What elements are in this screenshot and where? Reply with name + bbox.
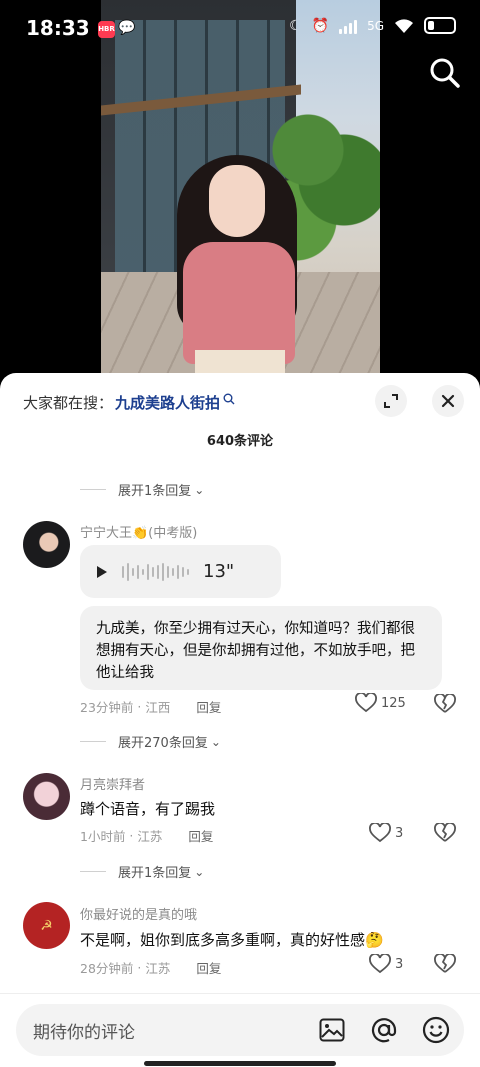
person-face bbox=[209, 165, 265, 237]
small-search-icon bbox=[223, 393, 235, 404]
comment-username[interactable]: 你最好说的是真的哦 bbox=[80, 904, 197, 923]
like-count: 125 bbox=[381, 695, 406, 711]
like-button[interactable]: 125 bbox=[355, 693, 406, 713]
video-frame bbox=[101, 0, 380, 392]
reply-button[interactable]: 回复 bbox=[196, 958, 221, 977]
comment-meta: 28分钟前 · 江苏 回复 bbox=[80, 958, 222, 977]
mention-button[interactable] bbox=[370, 1016, 398, 1044]
waveform bbox=[122, 562, 189, 581]
divider bbox=[80, 489, 106, 490]
close-icon bbox=[441, 394, 455, 408]
chevron-down-icon: ⌄ bbox=[194, 864, 205, 879]
expand-replies-button[interactable]: 展开1条回复 ⌄ bbox=[80, 862, 204, 881]
expand-replies-label: 展开1条回复 bbox=[118, 866, 192, 881]
person-top bbox=[183, 242, 295, 364]
status-bar: 18:33 HBR 💬 ☾ ⏰ 5G bbox=[0, 0, 480, 58]
hot-search-prefix: 大家都在搜： bbox=[23, 394, 114, 412]
comment-meta: 23分钟前 · 江西 回复 bbox=[80, 697, 222, 716]
avatar[interactable] bbox=[23, 521, 70, 568]
status-time: 18:33 bbox=[26, 16, 90, 40]
chevron-down-icon: ⌄ bbox=[210, 734, 221, 749]
heart-icon bbox=[355, 693, 377, 713]
comment-time: 1小时前 bbox=[80, 829, 126, 844]
expand-replies-label: 展开1条回复 bbox=[118, 484, 192, 499]
comment-input-bar: 期待你的评论 bbox=[0, 993, 480, 1067]
comment-time: 23分钟前 bbox=[80, 700, 134, 715]
dislike-button[interactable] bbox=[434, 822, 456, 847]
emoji-button[interactable] bbox=[422, 1016, 450, 1044]
comment-sheet: 大家都在搜： 九成美路人街拍 640条评论 展开1条回复 ⌄ 宁宁大王👏(中考版… bbox=[0, 373, 480, 1067]
close-button[interactable] bbox=[432, 385, 464, 417]
chevron-down-icon: ⌄ bbox=[194, 482, 205, 497]
comment-location: 江苏 bbox=[145, 961, 171, 976]
moon-icon: ☾ bbox=[289, 17, 302, 34]
comment-username[interactable]: 月亮崇拜者 bbox=[80, 774, 145, 793]
expand-replies-button[interactable]: 展开1条回复 ⌄ bbox=[80, 480, 204, 499]
hammer-sickle-icon: ☭ bbox=[40, 917, 53, 934]
search-icon[interactable] bbox=[428, 56, 462, 90]
comment-text: 九成美，你至少拥有过天心，你知道吗？我们都很想拥有天心，但是你却拥有过他，不如放… bbox=[80, 606, 442, 690]
comment-text: 蹲个语音，有了踢我 bbox=[80, 800, 216, 818]
like-button[interactable]: 3 bbox=[369, 823, 403, 843]
at-icon bbox=[371, 1018, 397, 1043]
comment-text: 不是啊，姐你到底多高多重啊，真的好性感🤔 bbox=[80, 931, 384, 949]
comment-username[interactable]: 宁宁大王👏(中考版) bbox=[80, 522, 197, 541]
signal-icon bbox=[339, 18, 358, 34]
reply-button[interactable]: 回复 bbox=[196, 697, 221, 716]
image-picker-button[interactable] bbox=[318, 1016, 346, 1044]
like-button[interactable]: 3 bbox=[369, 954, 403, 974]
battery-icon bbox=[424, 17, 456, 34]
comment-input-placeholder: 期待你的评论 bbox=[33, 1023, 135, 1043]
expand-icon bbox=[384, 394, 398, 408]
app-notification-icon: HBR bbox=[98, 21, 115, 38]
voice-message[interactable]: 13" bbox=[80, 545, 281, 598]
comment-time: 28分钟前 bbox=[80, 961, 134, 976]
hot-search-bar[interactable]: 大家都在搜： 九成美路人街拍 bbox=[23, 392, 235, 413]
alarm-icon: ⏰ bbox=[311, 17, 330, 34]
avatar[interactable] bbox=[23, 773, 70, 820]
dislike-button[interactable] bbox=[434, 953, 456, 978]
wifi-icon bbox=[395, 18, 413, 33]
status-right: ☾ ⏰ 5G bbox=[289, 17, 456, 34]
wechat-icon: 💬 bbox=[118, 20, 136, 36]
network-type: 5G bbox=[367, 18, 384, 33]
comment-input[interactable]: 期待你的评论 bbox=[16, 1004, 464, 1056]
dislike-button[interactable] bbox=[434, 693, 456, 718]
expand-sheet-button[interactable] bbox=[375, 385, 407, 417]
divider bbox=[80, 741, 106, 742]
like-count: 3 bbox=[395, 825, 404, 841]
heart-icon bbox=[369, 954, 391, 974]
comment-location: 江西 bbox=[145, 700, 171, 715]
reply-button[interactable]: 回复 bbox=[188, 826, 213, 845]
emoji-icon bbox=[422, 1016, 450, 1044]
hot-search-keyword[interactable]: 九成美路人街拍 bbox=[115, 392, 220, 413]
comment-count: 640条评论 bbox=[206, 434, 274, 449]
divider bbox=[80, 871, 106, 872]
video-player[interactable] bbox=[0, 0, 480, 392]
broken-heart-icon bbox=[434, 953, 456, 973]
expand-replies-label: 展开270条回复 bbox=[118, 736, 208, 751]
expand-replies-button[interactable]: 展开270条回复 ⌄ bbox=[80, 732, 221, 751]
comment-meta: 1小时前 · 江苏 回复 bbox=[80, 826, 214, 845]
image-icon bbox=[319, 1018, 345, 1042]
home-indicator bbox=[144, 1061, 336, 1066]
play-icon[interactable] bbox=[96, 565, 108, 579]
like-count: 3 bbox=[395, 956, 404, 972]
comment-location: 江苏 bbox=[137, 829, 163, 844]
voice-duration: 13" bbox=[203, 561, 235, 582]
broken-heart-icon bbox=[434, 822, 456, 842]
broken-heart-icon bbox=[434, 693, 456, 713]
heart-icon bbox=[369, 823, 391, 843]
avatar[interactable]: ☭ bbox=[23, 902, 70, 949]
